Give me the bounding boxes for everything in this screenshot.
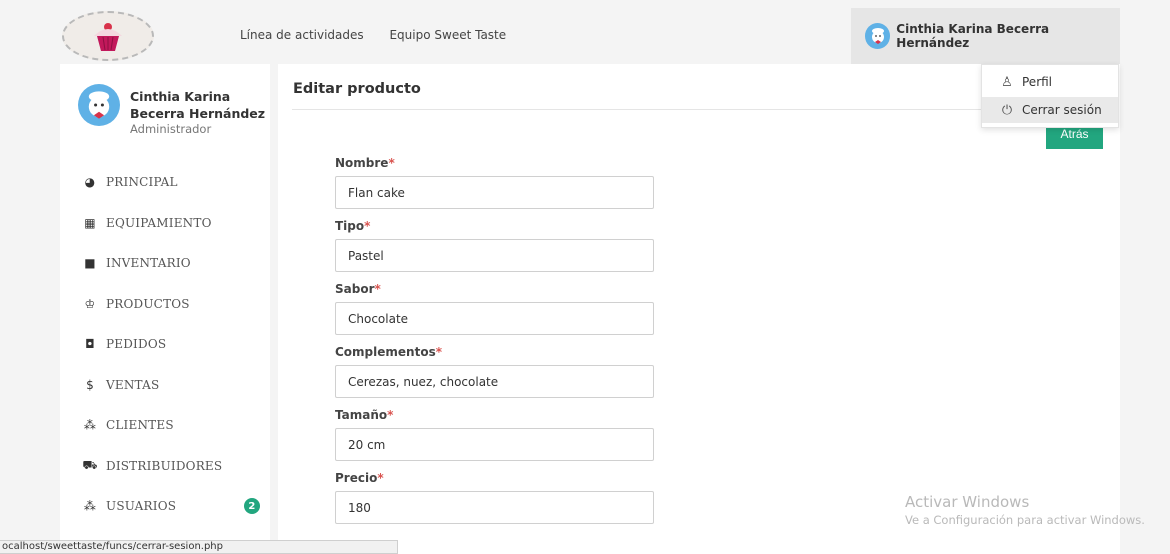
sidebar-item-pedidos[interactable]: ◘ PEDIDOS [80,324,270,365]
user-dropdown-menu: ♙ Perfil ⏻ Cerrar sesión [981,64,1119,128]
power-icon: ⏻ [1001,102,1013,118]
sidebar: Cinthia Karina Becerra Hernández Adminis… [60,64,270,554]
sidebar-item-label: PRODUCTOS [106,296,190,311]
field-sabor: Sabor* [335,282,655,335]
sidebar-item-inventario[interactable]: ■ INVENTARIO [80,243,270,284]
cake-icon: ♔ [84,296,96,311]
field-label: Tipo* [335,219,371,233]
sidebar-item-label: VENTAS [106,377,160,392]
field-label: Complementos* [335,345,442,359]
profile-role: Administrador [130,122,212,136]
nav-link-activities[interactable]: Línea de actividades [240,28,364,42]
users-count-badge: 2 [244,498,260,514]
truck-icon: ⛟ [82,457,98,472]
cupcake-icon [94,23,122,51]
profile-avatar [78,84,120,126]
field-label: Nombre* [335,156,395,170]
top-navbar: Línea de actividades Equipo Sweet Taste … [0,8,1120,64]
edit-product-form: Nombre* Tipo* Sabor* Complementos* Tamañ… [335,156,655,534]
menu-item-label: Cerrar sesión [1022,103,1102,117]
users-icon: ⁂ [83,499,97,514]
page: Línea de actividades Equipo Sweet Taste … [0,0,1170,554]
sidebar-item-label: INVENTARIO [106,256,191,271]
sidebar-item-label: USUARIOS [106,499,177,514]
dollar-icon: $ [86,377,94,392]
complementos-input[interactable] [335,365,654,398]
precio-input[interactable] [335,491,654,524]
sweet-taste-logo[interactable] [62,11,154,61]
sidebar-item-distribuidores[interactable]: ⛟ DISTRIBUIDORES [80,446,270,487]
sidebar-menu: ◕ PRINCIPAL ▦ EQUIPAMIENTO ■ INVENTARIO … [80,162,270,527]
user-icon: ♙ [1001,74,1013,90]
user-name: Cinthia Karina Becerra Hernández [896,22,1050,50]
chef-avatar-icon [88,91,110,119]
sidebar-item-usuarios[interactable]: ⁂ USUARIOS 2 [80,486,270,527]
field-label: Tamaño* [335,408,394,422]
field-nombre: Nombre* [335,156,655,209]
box-icon: ■ [84,256,96,271]
windows-activation-watermark: Activar Windows Ve a Configuración para … [905,493,1145,527]
field-complementos: Complementos* [335,345,655,398]
sidebar-item-clientes[interactable]: ⁂ CLIENTES [80,405,270,446]
nav-link-team[interactable]: Equipo Sweet Taste [389,28,506,42]
sidebar-item-label: CLIENTES [106,418,174,433]
sidebar-item-principal[interactable]: ◕ PRINCIPAL [80,162,270,203]
chef-avatar-icon [871,28,884,44]
sidebar-item-productos[interactable]: ♔ PRODUCTOS [80,284,270,325]
users-icon: ⁂ [83,418,97,433]
sidebar-item-label: EQUIPAMIENTO [106,215,212,230]
field-tamano: Tamaño* [335,408,655,461]
field-label: Precio* [335,471,384,485]
field-label: Sabor* [335,282,381,296]
calendar-icon: ▦ [84,215,96,230]
title-divider [292,109,982,110]
sidebar-item-equipamiento[interactable]: ▦ EQUIPAMIENTO [80,203,270,244]
page-title: Editar producto [293,81,421,97]
dashboard-icon: ◕ [84,175,96,190]
menu-item-perfil[interactable]: ♙ Perfil [982,69,1118,95]
sidebar-item-label: PEDIDOS [106,337,167,352]
sabor-input[interactable] [335,302,654,335]
browser-status-url: ocalhost/sweettaste/funcs/cerrar-sesion.… [0,540,398,554]
user-avatar [865,23,891,49]
tamano-input[interactable] [335,428,654,461]
sidebar-item-label: DISTRIBUIDORES [106,458,223,473]
user-menu-toggle[interactable]: Cinthia Karina Becerra Hernández [851,8,1120,64]
tipo-input[interactable] [335,239,654,272]
nav-links: Línea de actividades Equipo Sweet Taste [240,28,528,42]
watermark-title: Activar Windows [905,493,1030,511]
nombre-input[interactable] [335,176,654,209]
menu-item-label: Perfil [1022,75,1053,89]
bag-icon: ◘ [85,337,95,352]
field-tipo: Tipo* [335,219,655,272]
field-precio: Precio* [335,471,655,524]
watermark-subtitle: Ve a Configuración para activar Windows. [905,513,1145,527]
profile-name: Cinthia Karina Becerra Hernández [130,89,266,121]
sidebar-item-label: PRINCIPAL [106,175,178,190]
sidebar-item-ventas[interactable]: $ VENTAS [80,365,270,406]
menu-item-cerrar-sesion[interactable]: ⏻ Cerrar sesión [982,97,1118,123]
main-content: Editar producto Atrás Nombre* Tipo* Sabo… [278,64,1120,554]
